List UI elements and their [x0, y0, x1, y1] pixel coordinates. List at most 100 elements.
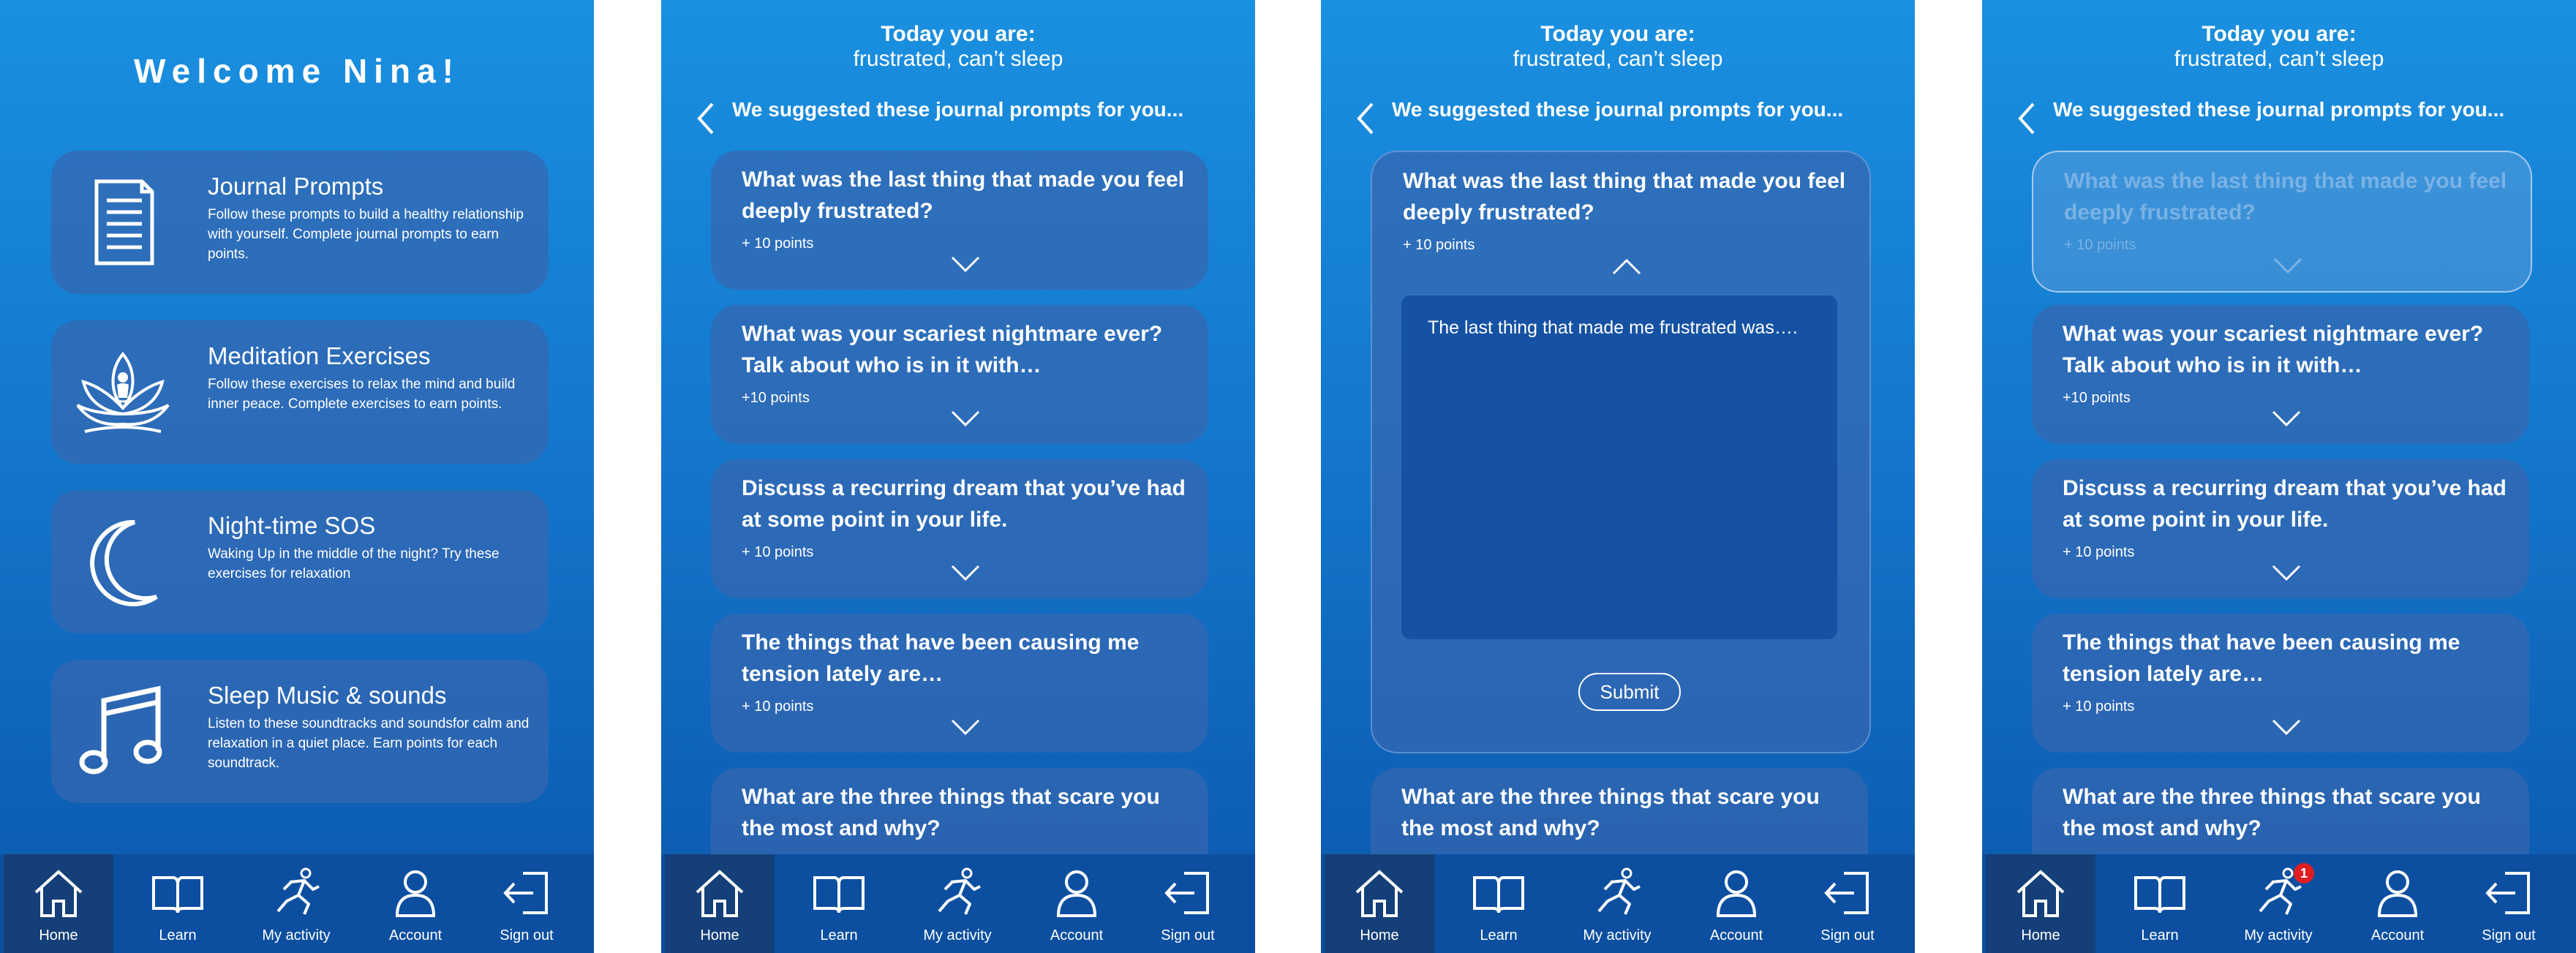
journal-prompts-card[interactable]: Journal Prompts Follow these prompts to …	[51, 151, 549, 294]
answer-text: The last thing that made me frustrated w…	[1428, 317, 1798, 338]
nav-label: Sign out	[2482, 927, 2536, 943]
prompts-screen: Today you are: frustrated, can’t sleep W…	[661, 0, 1255, 953]
nav-label: Sign out	[500, 927, 554, 943]
chevron-down-icon	[2273, 257, 2302, 274]
nav-learn[interactable]: Learn	[1444, 854, 1553, 953]
nav-account[interactable]: Account	[361, 854, 470, 953]
nav-label: Learn	[1480, 927, 1518, 943]
person-icon	[1716, 870, 1757, 917]
nav-label: My activity	[1583, 927, 1652, 943]
prompt-points: +10 points	[2063, 390, 2131, 406]
home-screen: Welcome Nina! Journal Prompts Follow the…	[0, 0, 594, 953]
home-icon	[696, 870, 744, 917]
journal-answer-textarea[interactable]: The last thing that made me frustrated w…	[1401, 295, 1837, 639]
prompt-card[interactable]: What was your scariest nightmare ever? T…	[711, 305, 1208, 444]
today-label: Today you are:	[881, 22, 1036, 46]
nav-learn[interactable]: Learn	[784, 854, 894, 953]
prompt-card-expanded[interactable]: What was the last thing that made you fe…	[1371, 151, 1871, 753]
chevron-down-icon[interactable]	[2270, 563, 2302, 582]
nav-label: Sign out	[1161, 927, 1215, 943]
prompt-points: + 10 points	[2064, 237, 2136, 253]
bottom-nav: Home Learn My activity Account Sign out	[0, 854, 594, 953]
prompt-points: + 10 points	[1403, 237, 1475, 253]
bottom-nav: Home Learn 1 My activity Account Sign ou…	[1982, 854, 2576, 953]
nav-learn[interactable]: Learn	[123, 854, 233, 953]
home-icon	[2016, 870, 2065, 917]
card-title: Night-time SOS	[208, 512, 376, 539]
nav-my-activity[interactable]: My activity	[1562, 854, 1672, 953]
night-time-sos-card[interactable]: Night-time SOS Waking Up in the middle o…	[51, 490, 549, 633]
nav-sign-out[interactable]: Sign out	[1133, 854, 1243, 953]
prompt-answer-screen: Today you are: frustrated, can’t sleep W…	[1321, 0, 1915, 953]
meditation-exercises-card[interactable]: Meditation Exercises Follow these exerci…	[51, 320, 549, 464]
prompt-text: The things that have been causing me ten…	[2063, 630, 2460, 686]
welcome-title: Welcome Nina!	[134, 52, 460, 90]
nav-account[interactable]: Account	[1681, 854, 1791, 953]
card-title: Sleep Music & sounds	[208, 682, 447, 709]
prompt-points: + 10 points	[2063, 544, 2135, 560]
nav-home[interactable]: Home	[4, 854, 113, 953]
chevron-down-icon[interactable]	[949, 409, 982, 428]
nav-sign-out[interactable]: Sign out	[472, 854, 581, 953]
lotus-meditation-icon	[76, 351, 170, 433]
mood-text: frustrated, can’t sleep	[2174, 47, 2384, 71]
nav-my-activity[interactable]: 1 My activity	[2223, 854, 2333, 953]
prompt-text: What was the last thing that made you fe…	[2064, 169, 2507, 225]
bottom-nav: Home Learn My activity Account Sign out	[1321, 854, 1915, 953]
chevron-up-icon[interactable]	[1611, 257, 1643, 276]
person-icon	[2377, 870, 2418, 917]
prompt-card[interactable]: What was the last thing that made you fe…	[711, 151, 1208, 290]
nav-home[interactable]: Home	[1986, 854, 2095, 953]
music-note-icon	[79, 685, 162, 775]
chevron-down-icon[interactable]	[2270, 717, 2302, 737]
prompt-card[interactable]: The things that have been causing me ten…	[2032, 614, 2529, 753]
chevron-down-icon[interactable]	[949, 563, 982, 582]
nav-label: Account	[2370, 927, 2425, 943]
chevron-down-icon[interactable]	[949, 255, 982, 274]
notification-badge: 1	[2294, 863, 2314, 884]
today-label: Today you are:	[1540, 22, 1695, 46]
nav-label: Learn	[820, 927, 858, 943]
prompt-card[interactable]: The things that have been causing me ten…	[711, 614, 1208, 753]
prompt-points: + 10 points	[742, 698, 814, 715]
mood-text: frustrated, can’t sleep	[1513, 47, 1723, 71]
prompt-text: What are the three things that scare you…	[1401, 785, 1820, 840]
suggestion-heading: We suggested these journal prompts for y…	[2053, 98, 2505, 121]
journal-icon	[94, 179, 154, 265]
nav-label: Learn	[2141, 927, 2179, 943]
chevron-down-icon[interactable]	[949, 717, 982, 737]
prompt-card[interactable]: What was your scariest nightmare ever? T…	[2032, 305, 2529, 444]
nav-label: Account	[1050, 927, 1104, 943]
book-icon	[813, 876, 865, 914]
nav-account[interactable]: Account	[2343, 854, 2452, 953]
book-icon	[1473, 876, 1524, 914]
nav-home[interactable]: Home	[1325, 854, 1434, 953]
chevron-down-icon[interactable]	[2270, 409, 2302, 428]
sleep-music-card[interactable]: Sleep Music & sounds Listen to these sou…	[51, 660, 549, 803]
nav-my-activity[interactable]: My activity	[903, 854, 1012, 953]
sign-out-icon	[503, 872, 548, 914]
submit-button[interactable]: Submit	[1578, 673, 1681, 711]
prompt-points: + 10 points	[2063, 698, 2135, 715]
back-chevron-icon[interactable]	[1353, 99, 1378, 138]
prompt-text: What are the three things that scare you…	[742, 785, 1160, 840]
prompt-card[interactable]: Discuss a recurring dream that you’ve ha…	[2032, 459, 2529, 598]
nav-label: My activity	[2244, 927, 2313, 943]
book-icon	[152, 876, 203, 914]
prompts-completed-screen: Today you are: frustrated, can’t sleep W…	[1982, 0, 2576, 953]
nav-learn[interactable]: Learn	[2105, 854, 2215, 953]
nav-account[interactable]: Account	[1022, 854, 1131, 953]
prompt-text: What was the last thing that made you fe…	[1403, 169, 1846, 225]
nav-sign-out[interactable]: Sign out	[1793, 854, 1902, 953]
nav-my-activity[interactable]: My activity	[241, 854, 351, 953]
prompt-points: + 10 points	[742, 236, 814, 252]
nav-sign-out[interactable]: Sign out	[2454, 854, 2564, 953]
person-icon	[1056, 870, 1097, 917]
back-chevron-icon[interactable]	[693, 99, 718, 138]
prompt-card[interactable]: Discuss a recurring dream that you’ve ha…	[711, 459, 1208, 598]
nav-label: Home	[39, 927, 78, 943]
nav-home[interactable]: Home	[665, 854, 775, 953]
prompt-points: + 10 points	[742, 544, 814, 560]
back-chevron-icon[interactable]	[2014, 99, 2039, 138]
card-title: Journal Prompts	[208, 173, 384, 200]
